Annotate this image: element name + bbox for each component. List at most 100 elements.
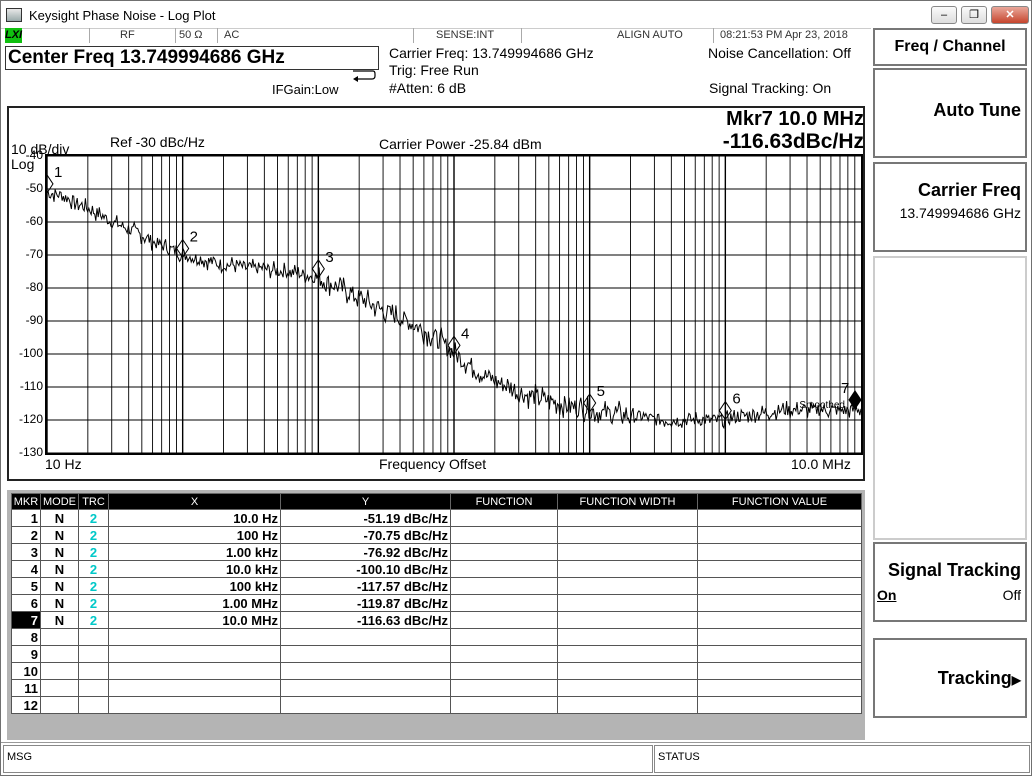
signal-tracking-softkey-label: Signal Tracking [887,560,1021,580]
marker-table-row[interactable]: 4 N 2 10.0 kHz -100.10 dBc/Hz [11,560,862,578]
marker-y: -117.57 dBc/Hz [280,577,451,595]
col-x: X [108,493,281,510]
maximize-button[interactable]: ❐ [961,6,987,24]
marker-table-row[interactable]: 6 N 2 1.00 MHz -119.87 dBc/Hz [11,594,862,612]
marker-function-width [557,594,698,612]
marker-table-row[interactable]: 8 [11,628,862,646]
lxi-indicator: LXI [5,28,23,43]
window-title: Keysight Phase Noise - Log Plot [29,8,216,23]
marker-x: 100 Hz [108,526,281,544]
x-axis-label: Frequency Offset [379,456,487,472]
marker-table-row[interactable]: 10 [11,662,862,680]
marker-table-row[interactable]: 7 N 2 10.0 MHz -116.63 dBc/Hz [11,611,862,629]
marker-function-width [557,509,698,527]
carrier-freq-softkey-label: Carrier Freq [917,180,1021,200]
marker-trace: 2 [78,526,109,544]
marker-number: 3 [11,543,41,561]
center-freq-readout: Center Freq 13.749994686 GHz [5,46,379,70]
marker-function [450,645,558,663]
tracking-on-option[interactable]: On [877,587,896,603]
marker-function [450,594,558,612]
carrier-freq-softkey-value: 13.749994686 GHz [899,205,1021,221]
marker-number: 5 [11,577,41,595]
noise-cancellation-label: Noise Cancellation: Off [708,45,851,61]
col-trc: TRC [78,493,109,510]
menu-title: Freq / Channel [873,28,1027,66]
align-status: ALIGN AUTO [521,28,713,43]
marker-function-width [557,526,698,544]
marker-function-value [697,577,862,595]
marker-3-label: 3 [325,249,333,266]
marker-x: 10.0 Hz [108,509,281,527]
y-tick-label: -90 [25,313,43,327]
smoothed-label: Smoothed [799,400,845,411]
status-label: STATUS [654,745,1030,773]
marker-5-label: 5 [597,383,605,400]
marker-table-row[interactable]: 12 [11,696,862,714]
marker-function [450,696,558,714]
marker-table-row[interactable]: 2 N 2 100 Hz -70.75 dBc/Hz [11,526,862,544]
marker-table-row[interactable]: 1 N 2 10.0 Hz -51.19 dBc/Hz [11,509,862,527]
marker-x [108,645,281,663]
marker-mode [40,662,79,680]
col-function-value: FUNCTION VALUE [697,493,862,510]
marker-x [108,628,281,646]
message-bar: MSG STATUS [1,742,1031,774]
marker-trace: 2 [78,560,109,578]
tracking-softkey-label: Tracking [937,668,1012,688]
x-stop-label: 10.0 MHz [791,456,851,472]
close-button[interactable]: ✕ [991,6,1029,24]
marker-number: 10 [11,662,41,680]
log-plot: 10 dB/div Log Ref -30 dBc/Hz Carrier Pow… [7,106,865,481]
app-window: Keysight Phase Noise - Log Plot ‒ ❐ ✕ LX… [0,0,1032,776]
y-tick-label: -70 [25,247,43,261]
marker-y: -70.75 dBc/Hz [280,526,451,544]
tracking-softkey[interactable]: Tracking▶ [873,638,1027,718]
marker-number: 11 [11,679,41,697]
marker-trace: 2 [78,509,109,527]
marker-function-width [557,696,698,714]
marker-trace: 2 [78,577,109,595]
marker-trace [78,696,109,714]
signal-tracking-softkey[interactable]: Signal Tracking On Off [873,542,1027,622]
marker-function [450,679,558,697]
marker-7-label: 7 [841,380,849,397]
marker-trace [78,679,109,697]
instrument-status-bar: LXI RF 50 Ω AC SENSE:INT ALIGN AUTO 08:2… [1,28,871,43]
marker-x: 1.00 MHz [108,594,281,612]
marker-function-width [557,645,698,663]
marker-y: -100.10 dBc/Hz [280,560,451,578]
marker-function-value [697,543,862,561]
marker-function [450,543,558,561]
marker-function-value [697,509,862,527]
marker-table-row[interactable]: 9 [11,645,862,663]
y-tick-label: -120 [18,412,43,426]
marker-function [450,560,558,578]
marker-number: 2 [11,526,41,544]
title-bar: Keysight Phase Noise - Log Plot ‒ ❐ ✕ [1,1,1031,29]
marker-function-width [557,679,698,697]
marker-table-row[interactable]: 5 N 2 100 kHz -117.57 dBc/Hz [11,577,862,595]
softkey-panel: Freq / Channel Auto Tune Carrier Freq 13… [871,28,1031,742]
marker-function [450,628,558,646]
marker-table-row[interactable]: 3 N 2 1.00 kHz -76.92 dBc/Hz [11,543,862,561]
marker-1-label: 1 [54,164,62,181]
marker-function-width [557,611,698,629]
col-mkr: MKR [11,493,41,510]
tracking-off-option[interactable]: Off [1003,587,1021,603]
marker-number: 4 [11,560,41,578]
minimize-button[interactable]: ‒ [931,6,957,24]
marker-mode [40,645,79,663]
marker-x: 10.0 kHz [108,560,281,578]
marker-table-row[interactable]: 11 [11,679,862,697]
carrier-freq-softkey[interactable]: Carrier Freq 13.749994686 GHz [873,162,1027,252]
x-start-label: 10 Hz [45,456,82,472]
marker-function [450,526,558,544]
marker-x: 1.00 kHz [108,543,281,561]
ifgain-label: IFGain:Low [272,82,339,97]
attenuation-label: #Atten: 6 dB [389,80,467,96]
auto-tune-softkey[interactable]: Auto Tune [873,68,1027,158]
phase-noise-chart: 1 2 3 4 5 6 7 Smoothed [47,156,861,453]
marker-function-value [697,611,862,629]
marker-trace [78,662,109,680]
